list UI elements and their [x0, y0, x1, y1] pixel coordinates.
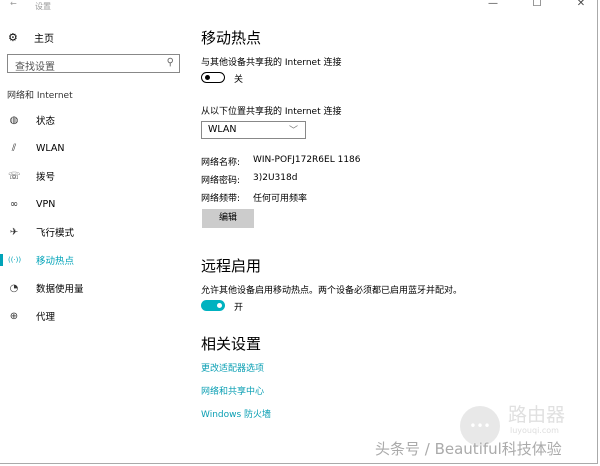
sidebar-item-label: VPN	[36, 198, 56, 210]
search-icon: ⚲	[166, 57, 174, 68]
sharing-center-link[interactable]: 网络和共享中心	[201, 384, 264, 397]
sidebar-item-status[interactable]: ◍ 状态	[0, 110, 190, 130]
remote-state: 开	[234, 303, 244, 313]
remote-description: 允许其他设备启用移动热点。两个设备必须都已启用蓝牙并配对。	[201, 286, 463, 296]
sidebar-item-label: 代理	[36, 312, 56, 323]
edit-button[interactable]: 编辑	[202, 209, 254, 228]
network-band-value: 任何可用频率	[253, 194, 308, 204]
data-usage-icon: ◔	[9, 282, 19, 294]
logo-url: luyouqi.com	[510, 426, 559, 435]
firewall-link[interactable]: Windows 防火墙	[201, 407, 271, 420]
search-input[interactable]: 查找设置 ⚲	[7, 54, 180, 73]
share-from-label: 从以下位置共享我的 Internet 连接	[201, 107, 342, 117]
hotspot-icon: ((·))	[8, 256, 22, 264]
chevron-down-icon: ﹀	[288, 126, 298, 136]
phone-icon: ☏	[8, 170, 21, 182]
page-title: 移动热点	[201, 29, 262, 47]
wifi-icon: ⫽	[11, 142, 17, 154]
search-placeholder: 查找设置	[15, 62, 55, 73]
sidebar-item-data-usage[interactable]: ◔ 数据使用量	[0, 278, 190, 298]
sidebar-item-dialup[interactable]: ☏ 拨号	[0, 166, 190, 186]
remote-toggle[interactable]	[201, 300, 225, 311]
share-toggle[interactable]	[201, 72, 225, 83]
window-title: 设置	[35, 2, 51, 11]
sidebar-item-airplane[interactable]: ✈ 飞行模式	[0, 222, 190, 242]
remote-title: 远程启用	[201, 257, 262, 275]
sidebar-item-label: 状态	[36, 116, 56, 127]
sidebar-item-vpn[interactable]: ∞ VPN	[0, 194, 190, 214]
sidebar-item-proxy[interactable]: ⊕ 代理	[0, 306, 190, 326]
airplane-icon: ✈	[9, 226, 19, 238]
related-title: 相关设置	[201, 335, 262, 353]
home-label: 主页	[34, 34, 54, 45]
gear-icon: ⚙	[8, 31, 18, 44]
title-bar: ← 设置 — ☐ ✕	[0, 0, 598, 12]
network-password-value: 3)2U318d	[253, 173, 298, 183]
network-password-label: 网络密码:	[201, 176, 241, 186]
sidebar-item-label: 拨号	[36, 172, 56, 183]
select-value: WLAN	[208, 124, 237, 135]
maximize-button[interactable]: ☐	[522, 0, 552, 9]
globe-icon: ⊕	[9, 310, 19, 322]
sidebar-item-wlan[interactable]: ⫽ WLAN	[0, 138, 190, 158]
share-from-select[interactable]: WLAN ﹀	[201, 121, 306, 139]
minimize-button[interactable]: —	[478, 0, 508, 9]
sidebar-item-label: WLAN	[36, 142, 65, 154]
back-button[interactable]: ←	[10, 0, 17, 8]
sidebar-item-label: 飞行模式	[36, 228, 75, 239]
settings-window: ← 设置 — ☐ ✕ ⚙ 主页 查找设置 ⚲ 网络和 Internet ◍ 状态 …	[0, 0, 598, 464]
close-button[interactable]: ✕	[566, 0, 596, 9]
vpn-icon: ∞	[9, 198, 19, 210]
share-state: 关	[234, 75, 244, 85]
status-icon: ◍	[9, 114, 19, 126]
sidebar-item-label: 数据使用量	[36, 284, 84, 295]
watermark-text: 头条号 / Beautiful科技体验	[375, 440, 562, 458]
share-label: 与其他设备共享我的 Internet 连接	[201, 58, 342, 68]
logo-text: 路由器	[508, 404, 566, 426]
section-heading: 网络和 Internet	[7, 91, 73, 101]
network-band-label: 网络频带:	[201, 194, 241, 204]
sidebar-item-hotspot[interactable]: ((·)) 移动热点	[0, 250, 190, 270]
adapter-options-link[interactable]: 更改适配器选项	[201, 361, 264, 374]
network-name-value: WIN-POFJ172R6EL 1186	[253, 155, 361, 165]
network-name-label: 网络名称:	[201, 158, 241, 168]
sidebar-item-label: 移动热点	[36, 256, 75, 267]
sidebar-home[interactable]: ⚙ 主页	[8, 30, 54, 45]
